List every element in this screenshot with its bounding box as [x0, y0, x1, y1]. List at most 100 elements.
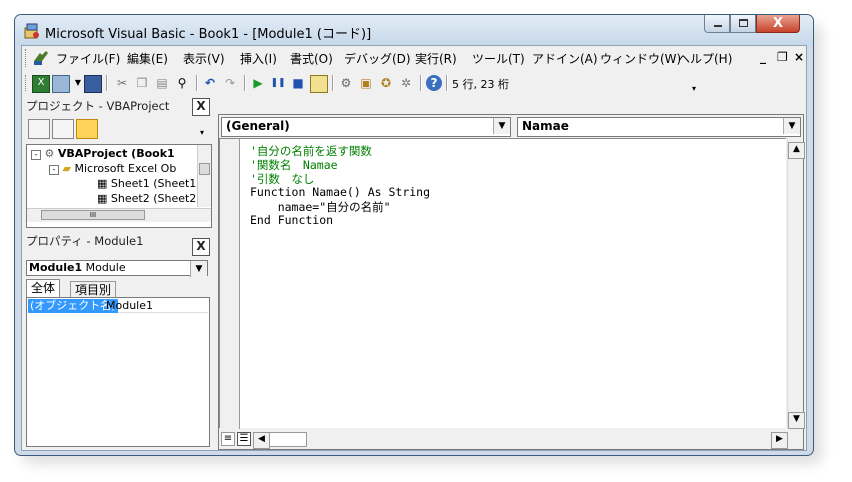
- project-tree: - ⚙ VBAProject (Book1 - ▰ Microsoft Exce…: [26, 144, 212, 228]
- run-icon[interactable]: ▶: [250, 75, 266, 91]
- redo-icon[interactable]: ↷: [222, 75, 238, 91]
- minimize-icon: [714, 25, 722, 27]
- procedure-view-button[interactable]: ≡: [221, 432, 235, 446]
- tree-sheet2[interactable]: ▦ Sheet2 (Sheet2: [97, 192, 196, 205]
- vbaproject-icon: ⚙: [44, 147, 55, 160]
- procedure-combo[interactable]: Namae ▼: [517, 117, 801, 137]
- object-combo[interactable]: (General) ▼: [221, 117, 511, 137]
- collapse-icon[interactable]: -: [49, 165, 59, 175]
- project-explorer-icon[interactable]: ⚙: [338, 75, 354, 91]
- window-title: Microsoft Visual Basic - Book1 - [Module…: [45, 27, 372, 42]
- menu-help[interactable]: ヘルプ(H): [678, 50, 732, 67]
- properties-window-icon[interactable]: ▣: [358, 75, 374, 91]
- project-toolbar: ▾: [26, 116, 212, 142]
- chevron-down-icon[interactable]: ▼: [493, 118, 510, 134]
- property-name: (オブジェクト名): [28, 299, 118, 313]
- tree-hscroll-thumb[interactable]: III: [41, 210, 145, 220]
- collapse-icon[interactable]: -: [31, 150, 41, 160]
- properties-panel-title: プロパティ - Module1 X: [24, 232, 212, 256]
- tree-root[interactable]: - ⚙ VBAProject (Book1: [31, 147, 175, 160]
- menu-debug[interactable]: デバッグ(D): [344, 50, 411, 67]
- excel-view-icon[interactable]: [32, 49, 50, 67]
- toolbox-icon[interactable]: ✲: [398, 75, 414, 91]
- close-button[interactable]: X: [756, 15, 800, 33]
- mdi-close-button[interactable]: ×: [794, 50, 804, 64]
- menu-edit[interactable]: 編集(E): [127, 50, 168, 67]
- toggle-folders-button[interactable]: [76, 119, 98, 139]
- minimize-button[interactable]: [704, 15, 730, 33]
- properties-grid: (オブジェクト名) Module1: [26, 297, 210, 447]
- title-bar[interactable]: Microsoft Visual Basic - Book1 - [Module…: [15, 15, 813, 45]
- tree-vscroll[interactable]: [197, 145, 211, 207]
- toolbar-separator: [420, 75, 422, 91]
- properties-panel-close-button[interactable]: X: [192, 238, 210, 256]
- undo-icon[interactable]: ↶: [202, 75, 218, 91]
- project-toolbar-arrow-icon: ▾: [200, 128, 205, 137]
- tree-sheet1[interactable]: ▦ Sheet1 (Sheet1: [97, 177, 196, 190]
- menu-file[interactable]: ファイル(F): [56, 50, 120, 67]
- save-icon[interactable]: [84, 75, 102, 93]
- scroll-down-icon[interactable]: ▼: [788, 412, 805, 429]
- find-icon[interactable]: ⚲: [174, 75, 190, 91]
- project-panel-close-button[interactable]: X: [192, 98, 210, 116]
- menu-insert[interactable]: 挿入(I): [240, 50, 277, 67]
- tree-folder[interactable]: - ▰ Microsoft Excel Ob: [49, 162, 176, 175]
- maximize-button[interactable]: [730, 15, 756, 33]
- insert-userform-icon[interactable]: [52, 75, 70, 93]
- break-icon[interactable]: ❚❚: [270, 75, 286, 91]
- object-select[interactable]: Module1 Module ▼: [26, 260, 208, 277]
- tree-vscroll-thumb[interactable]: [199, 163, 210, 175]
- tab-categorized[interactable]: 項目別: [70, 281, 117, 298]
- menu-view[interactable]: 表示(V): [183, 50, 225, 67]
- copy-icon[interactable]: ❐: [134, 75, 150, 91]
- object-browser-icon[interactable]: ✪: [378, 75, 394, 91]
- code-hscroll-bar: ≡ ☰ ◀ ▶: [219, 429, 803, 449]
- scroll-left-icon[interactable]: ◀: [253, 432, 270, 449]
- menu-addins[interactable]: アドイン(A): [532, 50, 598, 67]
- tree-folder-label: Microsoft Excel Ob: [74, 162, 177, 175]
- vbe-window: Microsoft Visual Basic - Book1 - [Module…: [14, 14, 814, 456]
- cut-icon[interactable]: ✂: [114, 75, 130, 91]
- mdi-minimize-button[interactable]: _: [760, 50, 766, 64]
- client-area: ファイル(F) 編集(E) 表示(V) 挿入(I) 書式(O) デバッグ(D) …: [21, 45, 807, 451]
- menu-window[interactable]: ウィンドウ(W): [600, 50, 681, 67]
- toolbar-separator: [106, 75, 108, 91]
- object-select-name: Module1: [29, 261, 83, 274]
- code-vscroll[interactable]: ▲ ▼: [787, 138, 805, 429]
- paste-icon[interactable]: ▤: [154, 75, 170, 91]
- menu-tools[interactable]: ツール(T): [472, 50, 525, 67]
- scroll-right-icon[interactable]: ▶: [771, 432, 788, 449]
- help-icon[interactable]: ?: [426, 75, 442, 91]
- cursor-position: 5 行, 23 桁: [452, 78, 509, 91]
- menu-format[interactable]: 書式(O): [290, 50, 333, 67]
- toolbar-grip: [25, 75, 27, 91]
- standard-toolbar: X ▼ ✂ ❐ ▤ ⚲ ↶ ↷ ▶ ❚❚ ■ ⚙ ▣ ✪ ✲ ? 5 行, 23: [22, 71, 806, 95]
- tab-alphabetic[interactable]: 全体: [26, 279, 61, 298]
- view-code-button[interactable]: [28, 119, 50, 139]
- toolbar-separator: [446, 75, 448, 91]
- code-line[interactable]: End Function: [250, 213, 333, 227]
- object-combo-value: (General): [226, 119, 290, 133]
- menu-run[interactable]: 実行(R): [415, 50, 457, 67]
- excel-icon[interactable]: X: [32, 75, 50, 93]
- toolbar-separator: [244, 75, 246, 91]
- tree-hscroll[interactable]: III: [27, 208, 211, 222]
- mdi-restore-button[interactable]: ❐: [777, 50, 788, 64]
- property-row[interactable]: (オブジェクト名) Module1: [28, 299, 208, 313]
- full-module-view-button[interactable]: ☰: [237, 432, 251, 446]
- scroll-up-icon[interactable]: ▲: [788, 142, 805, 159]
- margin-indicator-bar[interactable]: [220, 139, 240, 429]
- property-value[interactable]: Module1: [106, 299, 153, 313]
- chevron-down-icon[interactable]: ▼: [190, 261, 207, 277]
- reset-icon[interactable]: ■: [290, 75, 306, 91]
- toolbar-options-icon[interactable]: ▾: [686, 81, 702, 97]
- tree-sheet2-label: Sheet2 (Sheet2: [110, 192, 197, 205]
- chevron-down-icon[interactable]: ▼: [783, 118, 800, 134]
- code-line[interactable]: Function Namae() As String: [250, 185, 430, 199]
- tree-sheet1-label: Sheet1 (Sheet1: [110, 177, 197, 190]
- design-mode-icon[interactable]: [310, 75, 328, 93]
- code-editor[interactable]: '自分の名前を返す関数 '関数名 Namae '引数 なし Function N…: [219, 138, 786, 429]
- view-object-button[interactable]: [52, 119, 74, 139]
- hscroll-thumb[interactable]: [269, 432, 307, 447]
- project-panel-title-text: プロジェクト - VBAProject: [26, 99, 170, 113]
